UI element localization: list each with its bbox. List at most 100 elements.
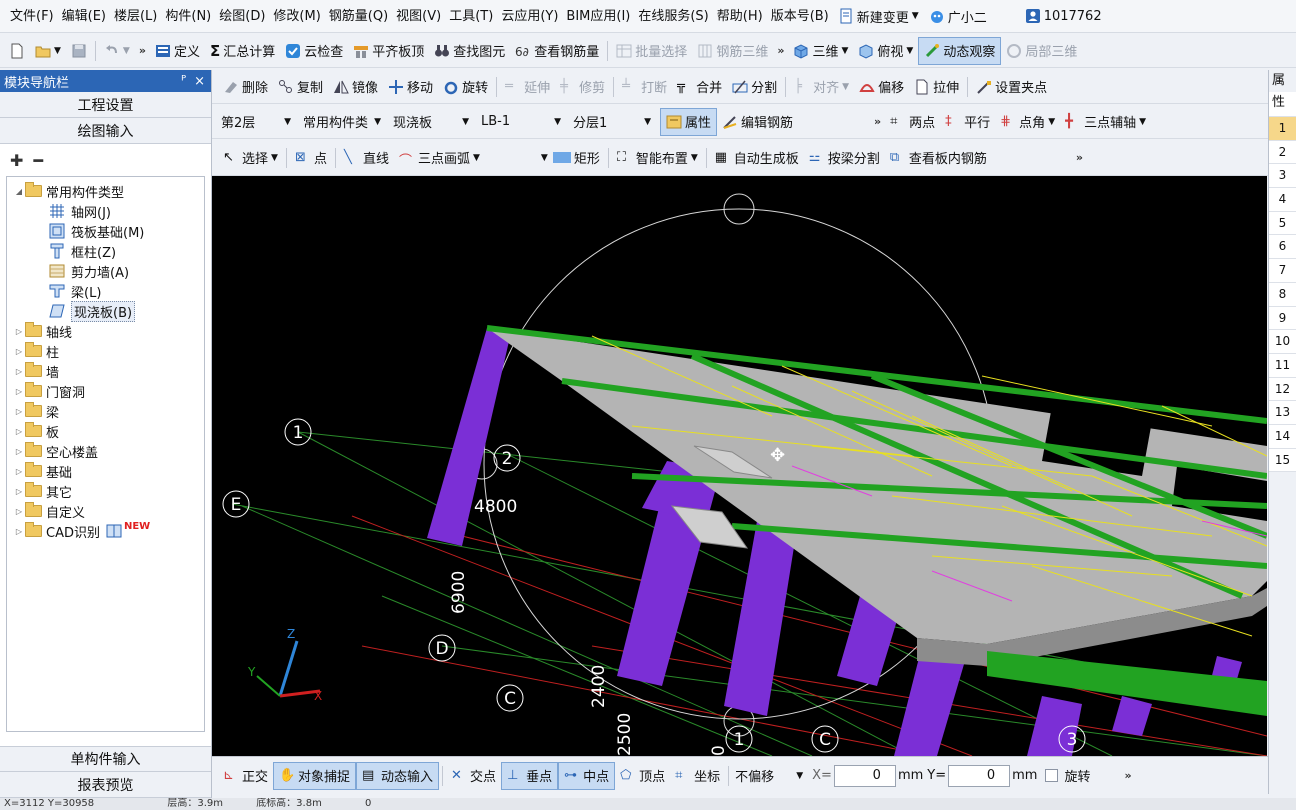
sum-calc-button[interactable]: Σ 汇总计算	[205, 37, 280, 65]
close-icon[interactable]: ×	[194, 74, 205, 89]
collapsed-arrow-icon[interactable]: ▷	[13, 487, 25, 496]
rotate-button[interactable]: 旋转	[438, 73, 493, 101]
view-rebar-qty-button[interactable]: 6∂ 查看钢筋量	[510, 37, 604, 65]
property-row[interactable]: 1	[1269, 117, 1296, 141]
property-row[interactable]: 3	[1269, 164, 1296, 189]
menu-modify[interactable]: 修改(M)	[269, 0, 324, 32]
align-button[interactable]: ╞ 对齐 ▼	[789, 73, 854, 101]
rectangle-button[interactable]: 矩形	[548, 144, 605, 172]
user-account[interactable]: 1017762	[1020, 2, 1107, 30]
drawing-input-button[interactable]: 绘图输入	[0, 118, 211, 144]
property-row[interactable]: 12	[1269, 377, 1296, 402]
assistant-button[interactable]: 广小二	[924, 2, 992, 30]
tree-node-axis-grid[interactable]: 轴网(J)	[7, 201, 204, 221]
point-angle-button[interactable]: ⋕ 点角 ▼	[995, 108, 1060, 136]
tree-group-slab[interactable]: ▷ 板	[7, 421, 204, 441]
property-row[interactable]: 13	[1269, 401, 1296, 425]
collapsed-arrow-icon[interactable]: ▷	[13, 367, 25, 376]
property-row[interactable]: 11	[1269, 353, 1296, 378]
collapsed-arrow-icon[interactable]: ▷	[13, 327, 25, 336]
property-row[interactable]: 2	[1269, 140, 1296, 165]
component-type-select[interactable]: 常用构件类 ▼	[300, 111, 384, 133]
set-grip-button[interactable]: 设置夹点	[971, 73, 1052, 101]
y-input[interactable]: 0	[948, 764, 1011, 787]
tree-node-shear-wall[interactable]: 剪力墙(A)	[7, 261, 204, 281]
menu-rebar-qty[interactable]: 钢筋量(Q)	[325, 0, 392, 32]
midpoint-snap[interactable]: ⊶ 中点	[558, 761, 616, 790]
menu-edit[interactable]: 编辑(E)	[58, 0, 110, 32]
merge-button[interactable]: ╦ 合并	[672, 73, 727, 101]
view-3d-button[interactable]: 三维 ▼	[788, 37, 853, 65]
two-points-button[interactable]: ⌗ 两点	[885, 108, 940, 136]
find-element-button[interactable]: 查找图元	[429, 37, 510, 65]
edit-rebar-button[interactable]: 编辑钢筋	[717, 108, 798, 136]
component-select[interactable]: 现浇板 ▼	[390, 111, 472, 133]
project-settings-button[interactable]: 工程设置	[0, 92, 211, 118]
tree-group-wall[interactable]: ▷ 墙	[7, 361, 204, 381]
local-3d-button[interactable]: 局部三维	[1001, 37, 1082, 65]
tree-node-beam[interactable]: 梁(L)	[7, 281, 204, 301]
menu-help[interactable]: 帮助(H)	[713, 0, 767, 32]
overflow-chevron-icon[interactable]: »	[870, 115, 885, 128]
menu-floor[interactable]: 楼层(L)	[110, 0, 161, 32]
intersection-snap[interactable]: ✕ 交点	[446, 762, 501, 790]
copy-button[interactable]: 复制	[273, 73, 328, 101]
tree-group-cad-recognition[interactable]: ▷ CAD识别 NEW	[7, 521, 204, 541]
view-slab-rebar-button[interactable]: ⧉ 查看板内钢筋	[885, 144, 992, 172]
vertex-snap[interactable]: ⬠ 顶点	[615, 762, 670, 790]
tree-group-column[interactable]: ▷ 柱	[7, 341, 204, 361]
tree-node-frame-column[interactable]: 框柱(Z)	[7, 241, 204, 261]
3d-viewport[interactable]: ✥ 1 2 E D C 1 C 3 4800 6900 2400 2500 0 …	[212, 176, 1267, 756]
collapsed-arrow-icon[interactable]: ▷	[13, 387, 25, 396]
parallel-button[interactable]: ‡ 平行	[940, 108, 995, 136]
tree-group-openings[interactable]: ▷ 门窗洞	[7, 381, 204, 401]
tree-group-axis[interactable]: ▷ 轴线	[7, 321, 204, 341]
offset-mode-select[interactable]: 不偏移 ▼	[732, 765, 806, 787]
ortho-toggle[interactable]: ⊾ 正交	[218, 762, 273, 790]
coordinate-snap[interactable]: ⌗ 坐标	[670, 762, 725, 790]
property-row[interactable]: 4	[1269, 188, 1296, 212]
x-input[interactable]: 0	[833, 764, 896, 787]
offset-button[interactable]: 偏移	[854, 73, 909, 101]
stretch-button[interactable]: 拉伸	[909, 73, 964, 101]
collapsed-arrow-icon[interactable]: ▷	[13, 507, 25, 516]
collapsed-arrow-icon[interactable]: ▷	[13, 447, 25, 456]
move-button[interactable]: 移动	[383, 73, 438, 101]
collapsed-arrow-icon[interactable]: ▷	[13, 407, 25, 416]
tree-group-custom[interactable]: ▷ 自定义	[7, 501, 204, 521]
line-button[interactable]: ╲ 直线	[339, 144, 394, 172]
trim-button[interactable]: ╪ 修剪	[555, 73, 610, 101]
chevron-down-icon[interactable]: ▼	[541, 153, 548, 163]
collapse-all-icon[interactable]: ━	[33, 151, 43, 170]
mirror-button[interactable]: 镜像	[328, 73, 383, 101]
overflow-chevron-icon[interactable]: »	[1072, 151, 1087, 164]
layer-select[interactable]: 分层1 ▼	[570, 111, 654, 133]
property-row[interactable]: 7	[1269, 259, 1296, 283]
smart-layout-button[interactable]: ⛶ 智能布置 ▼	[612, 144, 703, 172]
3d-model-canvas[interactable]: ✥ 1 2 E D C 1 C 3 4800 6900 2400 2500 0 …	[212, 176, 1267, 756]
tree-group-other[interactable]: ▷ 其它	[7, 481, 204, 501]
pin-icon[interactable]: ᴾ	[181, 74, 186, 89]
tree-group-hollow-floor[interactable]: ▷ 空心楼盖	[7, 441, 204, 461]
property-row[interactable]: 5	[1269, 211, 1296, 236]
cloud-check-button[interactable]: 云检查	[280, 37, 348, 65]
tree-node-raft-foundation[interactable]: 筏板基础(M)	[7, 221, 204, 241]
delete-button[interactable]: 删除	[218, 73, 273, 101]
open-file-button[interactable]: ▼	[30, 37, 66, 65]
auto-gen-slab-button[interactable]: ▦ 自动生成板	[710, 144, 804, 172]
tree-node-cast-slab[interactable]: 现浇板(B)	[7, 300, 204, 322]
menu-draw[interactable]: 绘图(D)	[215, 0, 269, 32]
single-input-button[interactable]: 单构件输入	[0, 746, 211, 772]
tree-group-foundation[interactable]: ▷ 基础	[7, 461, 204, 481]
property-row[interactable]: 10	[1269, 330, 1296, 354]
undo-button[interactable]: ▼	[99, 37, 135, 65]
overflow-chevron-icon[interactable]: »	[1120, 769, 1135, 782]
batch-select-button[interactable]: 批量选择	[611, 37, 692, 65]
split-button[interactable]: 分割	[727, 73, 782, 101]
select-button[interactable]: ↖ 选择 ▼	[218, 144, 283, 172]
floor-select[interactable]: 第2层 ▼	[218, 111, 294, 133]
collapsed-arrow-icon[interactable]: ▷	[13, 427, 25, 436]
menu-online[interactable]: 在线服务(S)	[634, 0, 712, 32]
rebar-3d-button[interactable]: 钢筋三维	[692, 37, 773, 65]
component-name-select[interactable]: LB-1 ▼	[478, 111, 564, 133]
